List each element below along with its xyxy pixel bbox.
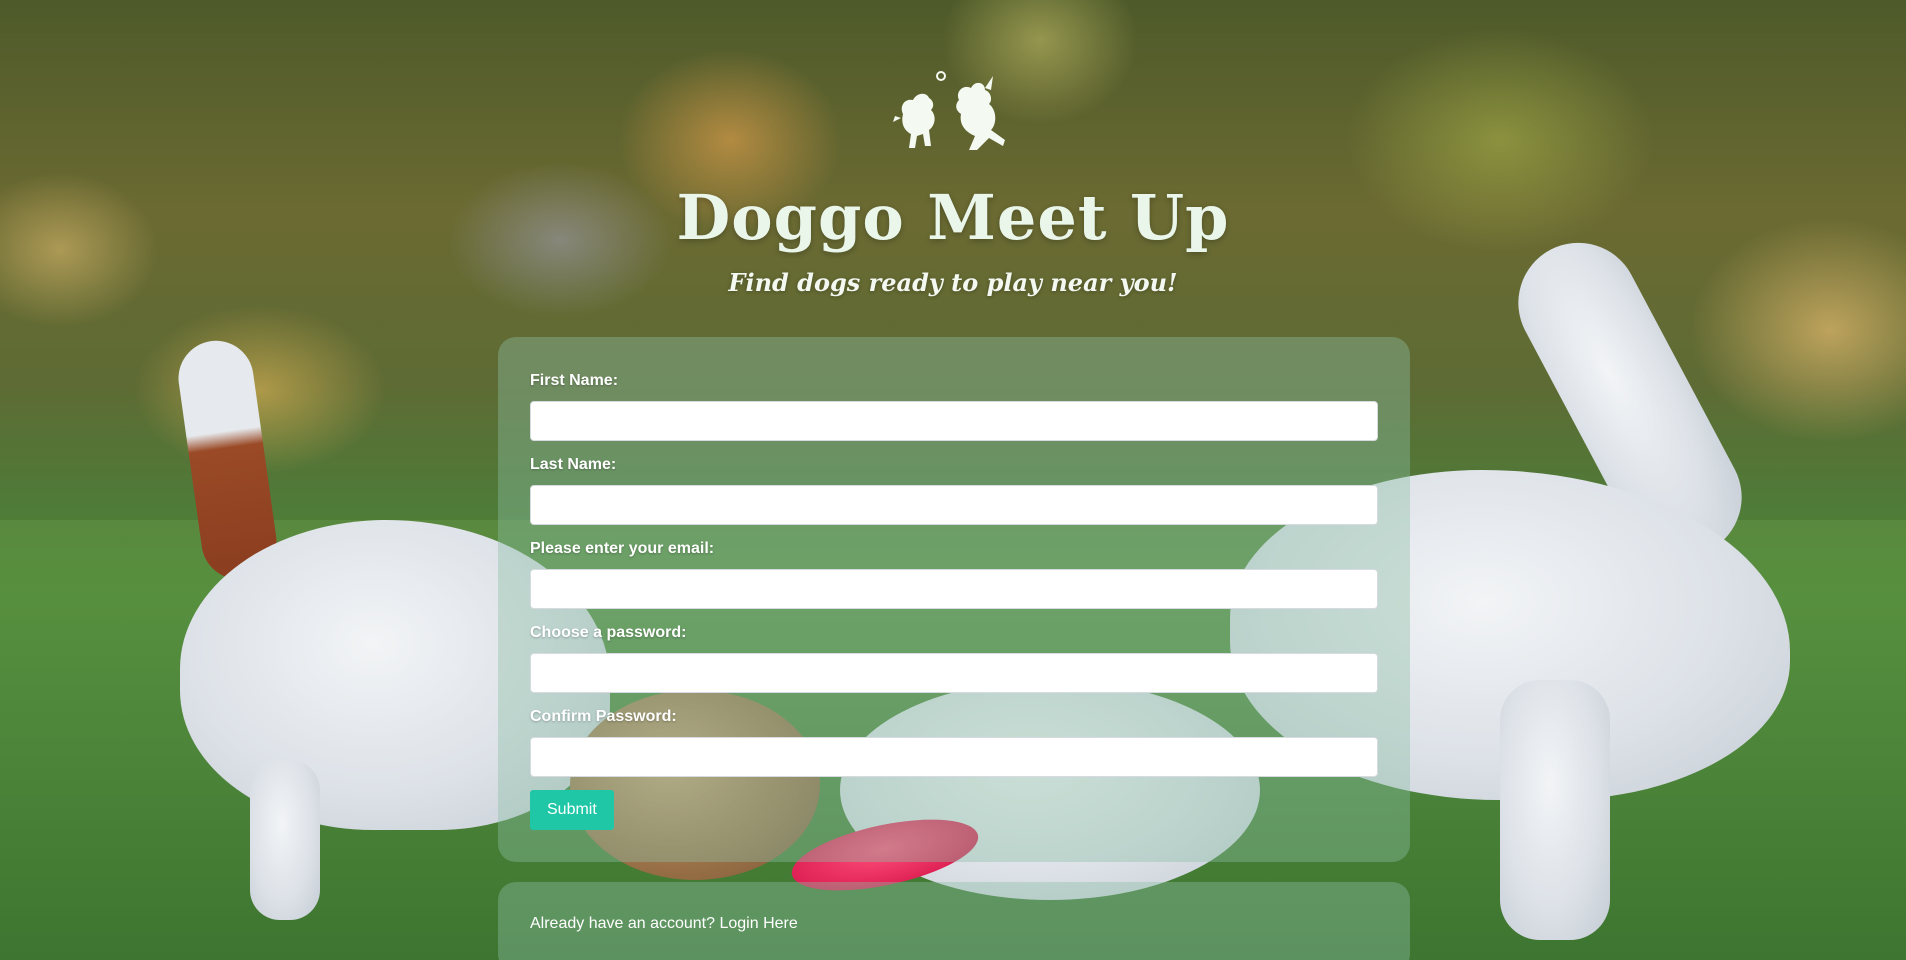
first-name-field: First Name:	[530, 372, 1378, 441]
last-name-field: Last Name:	[530, 456, 1378, 525]
password-input[interactable]	[530, 653, 1378, 693]
login-prompt: Already have an account? Login Here	[530, 915, 1378, 933]
page-subtitle: Find dogs ready to play near you!	[728, 268, 1178, 297]
login-link[interactable]: Login Here	[719, 915, 797, 932]
confirm-password-input[interactable]	[530, 737, 1378, 777]
password-label: Choose a password:	[530, 624, 687, 641]
left-dog-leg	[250, 760, 320, 920]
submit-button[interactable]: Submit	[530, 790, 614, 830]
email-input[interactable]	[530, 569, 1378, 609]
playing-dogs-icon	[893, 70, 1013, 159]
confirm-password-field: Confirm Password:	[530, 708, 1378, 777]
email-label: Please enter your email:	[530, 540, 715, 557]
page-background: Doggo Meet Up Find dogs ready to play ne…	[0, 0, 1906, 960]
right-dog-leg	[1500, 680, 1610, 940]
signup-form: First Name: Last Name: Please enter your…	[498, 337, 1410, 862]
page-title: Doggo Meet Up	[676, 181, 1230, 254]
page-header: Doggo Meet Up Find dogs ready to play ne…	[0, 70, 1906, 297]
first-name-label: First Name:	[530, 372, 619, 389]
login-prompt-card: Already have an account? Login Here	[498, 882, 1410, 960]
last-name-input[interactable]	[530, 485, 1378, 525]
confirm-password-label: Confirm Password:	[530, 708, 677, 725]
first-name-input[interactable]	[530, 401, 1378, 441]
password-field: Choose a password:	[530, 624, 1378, 693]
login-prompt-text: Already have an account?	[530, 915, 716, 932]
email-field: Please enter your email:	[530, 540, 1378, 609]
last-name-label: Last Name:	[530, 456, 617, 473]
